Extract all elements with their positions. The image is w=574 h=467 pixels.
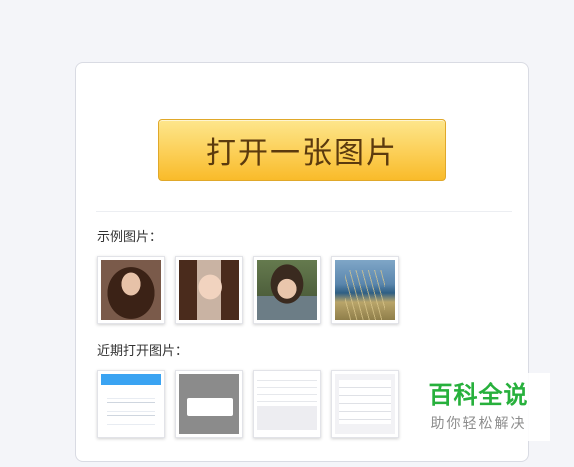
- watermark-subtitle: 助你轻松解决: [430, 416, 527, 432]
- watermark-title: 百科全说: [428, 381, 529, 409]
- text-list-screenshot: [335, 374, 395, 434]
- recent-thumbnail-1[interactable]: [97, 370, 165, 438]
- recent-label: 近期打开图片：: [97, 344, 189, 359]
- divider: [96, 211, 512, 212]
- app-chat-screenshot: [101, 374, 161, 434]
- recent-thumbnail-4[interactable]: [331, 370, 399, 438]
- watermark-logo: 百科全说 助你轻松解决: [407, 373, 550, 441]
- recent-thumbnails: [97, 370, 399, 438]
- dialog-screenshot: [179, 374, 239, 434]
- settings-list-screenshot: [257, 374, 317, 434]
- sea-grass-image: [335, 260, 395, 320]
- open-image-button[interactable]: 打开一张图片: [158, 119, 446, 181]
- sample-thumbnail-2[interactable]: [175, 256, 243, 324]
- samples-label: 示例图片：: [97, 230, 163, 245]
- sample-thumbnail-4[interactable]: [331, 256, 399, 324]
- woman-smiling-image: [179, 260, 239, 320]
- sample-thumbnail-3[interactable]: [253, 256, 321, 324]
- recent-thumbnail-3[interactable]: [253, 370, 321, 438]
- recent-thumbnail-2[interactable]: [175, 370, 243, 438]
- child-portrait-image: [257, 260, 317, 320]
- sample-thumbnail-1[interactable]: [97, 256, 165, 324]
- woman-portrait-image: [101, 260, 161, 320]
- sample-thumbnails: [97, 256, 399, 324]
